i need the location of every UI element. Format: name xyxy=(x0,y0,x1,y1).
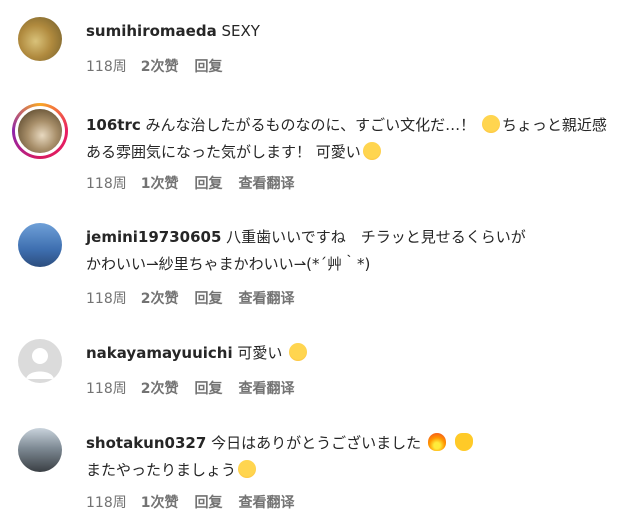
comment-likes-button[interactable]: 2次赞 xyxy=(141,288,179,308)
comment-likes-button[interactable]: 2次赞 xyxy=(141,378,179,398)
translate-button[interactable]: 查看翻译 xyxy=(238,173,294,193)
default-avatar-icon xyxy=(26,348,54,379)
comment-username[interactable]: nakayamayuuichi xyxy=(86,344,233,362)
comment-meta: 118周 1次赞 回复 查看翻译 xyxy=(86,173,294,193)
comment-text: sumihiromaeda SEXY xyxy=(86,18,614,45)
comment-username[interactable]: shotakun0327 xyxy=(86,434,206,452)
comment-likes-button[interactable]: 1次赞 xyxy=(141,173,179,193)
grinning-face-icon xyxy=(238,460,257,478)
comment-time: 118周 xyxy=(86,495,127,511)
avatar[interactable] xyxy=(18,428,62,472)
comment-time: 118周 xyxy=(86,291,127,307)
avatar[interactable] xyxy=(18,223,62,267)
raising-hands-icon xyxy=(454,433,473,451)
comment-time: 118周 xyxy=(86,59,127,75)
comment-likes-button[interactable]: 1次赞 xyxy=(141,492,179,512)
heart-eyes-icon xyxy=(362,142,381,160)
avatar[interactable] xyxy=(18,339,62,383)
comment-time: 118周 xyxy=(86,176,127,192)
comment-body: 八重歯いいですね チラッと見せるくらいが xyxy=(221,228,526,246)
comment-body: 可愛い xyxy=(232,344,283,362)
reply-button[interactable]: 回复 xyxy=(194,288,222,308)
comment-meta: 118周 2次赞 回复 xyxy=(86,56,238,76)
comment-body-continued: かわいい⇀紗里ちゃまかわいい⇀(*´艸｀*) xyxy=(86,255,371,273)
avatar[interactable] xyxy=(18,17,62,61)
reply-button[interactable]: 回复 xyxy=(194,378,222,398)
comment-body-continued: またやったりましょう xyxy=(86,461,237,479)
comment-likes-button[interactable]: 2次赞 xyxy=(141,56,179,76)
comment-meta: 118周 2次赞 回复 查看翻译 xyxy=(86,288,294,308)
tongue-face-icon xyxy=(289,343,308,361)
comment-text: nakayamayuuichi 可愛い xyxy=(86,340,614,367)
comment-body: 今日はありがとうございました xyxy=(206,434,422,452)
comment-meta: 118周 1次赞 回复 查看翻译 xyxy=(86,492,294,512)
comment-text: jemini19730605 八重歯いいですね チラッと見せるくらいが かわいい… xyxy=(86,224,614,278)
comment-username[interactable]: jemini19730605 xyxy=(86,228,221,246)
translate-button[interactable]: 查看翻译 xyxy=(238,288,294,308)
translate-button[interactable]: 查看翻译 xyxy=(238,378,294,398)
reply-button[interactable]: 回复 xyxy=(194,492,222,512)
astonished-face-icon xyxy=(481,115,500,133)
comment-body: SEXY xyxy=(216,22,260,40)
reply-button[interactable]: 回复 xyxy=(194,56,222,76)
comment-text: shotakun0327 今日はありがとうございました またやったりましょう xyxy=(86,430,614,484)
comment-body: みんな治したがるものなのに、すごい文化だ…！ xyxy=(140,116,476,134)
fire-icon xyxy=(427,433,446,451)
reply-button[interactable]: 回复 xyxy=(194,173,222,193)
translate-button[interactable]: 查看翻译 xyxy=(238,492,294,512)
comment-text: 106trc みんな治したがるものなのに、すごい文化だ…！ ちょっと親近感ある雰… xyxy=(86,112,614,166)
comment-time: 118周 xyxy=(86,381,127,397)
avatar[interactable] xyxy=(12,103,68,159)
comment-meta: 118周 2次赞 回复 查看翻译 xyxy=(86,378,294,398)
comment-username[interactable]: 106trc xyxy=(86,116,141,134)
comment-username[interactable]: sumihiromaeda xyxy=(86,22,217,40)
